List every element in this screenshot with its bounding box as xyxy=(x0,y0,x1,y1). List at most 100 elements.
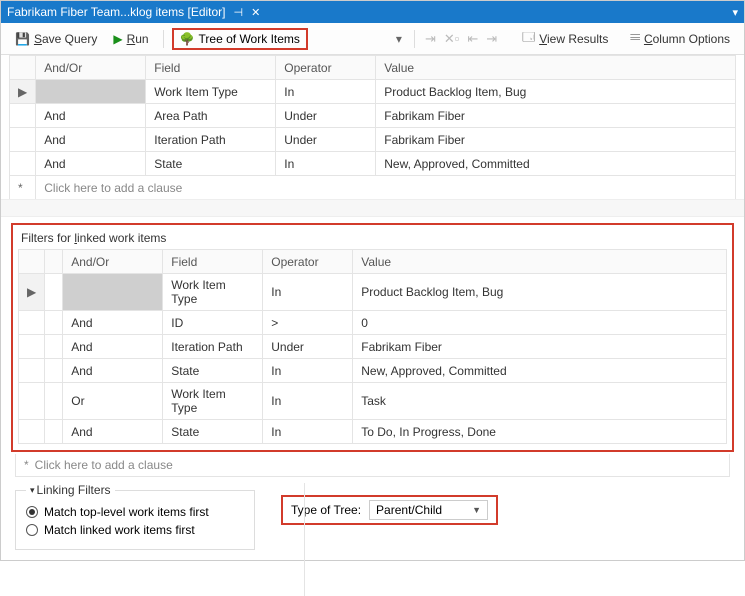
query-type-dropdown[interactable]: 🌳 Tree of Work Items xyxy=(172,28,308,50)
query-type-arrow[interactable]: ▾ xyxy=(392,32,406,46)
type-of-tree-combo[interactable]: Parent/Child ▼ xyxy=(369,500,488,520)
add-clause-text[interactable]: Click here to add a clause xyxy=(35,458,173,472)
pin-icon[interactable]: ⊣ xyxy=(234,6,244,19)
filter-row[interactable]: OrWork Item TypeInTask xyxy=(19,383,727,420)
match-linked-radio[interactable]: Match linked work items first xyxy=(26,521,244,539)
row-selector[interactable] xyxy=(19,335,45,359)
cell-value[interactable]: To Do, In Progress, Done xyxy=(353,420,727,444)
cell-value[interactable]: Task xyxy=(353,383,727,420)
group-handle[interactable] xyxy=(45,311,63,335)
col-field[interactable]: Field xyxy=(163,250,263,274)
cell-field[interactable]: Work Item Type xyxy=(146,80,276,104)
cell-andor[interactable]: And xyxy=(36,128,146,152)
filter-row[interactable]: AndStateInNew, Approved, Committed xyxy=(19,359,727,383)
col-andor[interactable]: And/Or xyxy=(36,56,146,80)
group-handle[interactable] xyxy=(45,274,63,311)
col-andor[interactable]: And/Or xyxy=(63,250,163,274)
row-selector[interactable] xyxy=(10,104,36,128)
linking-filters-legend: ▾Linking Filters xyxy=(26,483,115,497)
cell-value[interactable]: New, Approved, Committed xyxy=(353,359,727,383)
editor-tab[interactable]: Fabrikam Fiber Team...klog items [Editor… xyxy=(7,5,260,19)
cell-andor[interactable]: And xyxy=(63,335,163,359)
column-options-icon: 𝄘 xyxy=(630,31,640,46)
filter-row[interactable]: AndArea PathUnderFabrikam Fiber xyxy=(10,104,736,128)
cell-field[interactable]: State xyxy=(163,359,263,383)
cell-field[interactable]: ID xyxy=(163,311,263,335)
group-handle[interactable] xyxy=(45,420,63,444)
linked-add-clause-row[interactable]: * Click here to add a clause xyxy=(15,454,730,477)
cell-operator[interactable]: In xyxy=(276,80,376,104)
add-clause-text[interactable]: Click here to add a clause xyxy=(36,176,736,200)
cell-field[interactable]: State xyxy=(146,152,276,176)
row-selector[interactable]: ▶ xyxy=(10,80,36,104)
cell-operator[interactable]: Under xyxy=(276,128,376,152)
cell-andor[interactable]: And xyxy=(63,359,163,383)
cell-value[interactable]: Fabrikam Fiber xyxy=(353,335,727,359)
row-selector-header xyxy=(10,56,36,80)
row-selector[interactable] xyxy=(19,383,45,420)
cell-value[interactable]: Product Backlog Item, Bug xyxy=(353,274,727,311)
cell-field[interactable]: Work Item Type xyxy=(163,274,263,311)
grid-header-row: And/Or Field Operator Value xyxy=(19,250,727,274)
radio-icon xyxy=(26,524,38,536)
col-field[interactable]: Field xyxy=(146,56,276,80)
cell-operator[interactable]: In xyxy=(276,152,376,176)
cell-andor[interactable]: Or xyxy=(63,383,163,420)
cell-andor[interactable] xyxy=(63,274,163,311)
filter-row[interactable]: AndID>0 xyxy=(19,311,727,335)
close-icon[interactable]: ✕ xyxy=(251,6,260,19)
group-handle[interactable] xyxy=(45,335,63,359)
col-value[interactable]: Value xyxy=(376,56,736,80)
cell-operator[interactable]: In xyxy=(263,383,353,420)
cell-andor[interactable]: And xyxy=(36,104,146,128)
row-selector[interactable] xyxy=(19,359,45,383)
cell-andor[interactable] xyxy=(36,80,146,104)
cell-operator[interactable]: In xyxy=(263,359,353,383)
cell-value[interactable]: Product Backlog Item, Bug xyxy=(376,80,736,104)
radio-icon xyxy=(26,506,38,518)
filter-row[interactable]: ▶ Work Item TypeInProduct Backlog Item, B… xyxy=(19,274,727,311)
cell-field[interactable]: State xyxy=(163,420,263,444)
cell-operator[interactable]: Under xyxy=(276,104,376,128)
cell-field[interactable]: Area Path xyxy=(146,104,276,128)
cell-value[interactable]: 0 xyxy=(353,311,727,335)
row-selector[interactable]: ▶ xyxy=(19,274,45,311)
window-menu-icon[interactable]: ▾ xyxy=(732,6,738,19)
filter-row[interactable]: AndIteration PathUnderFabrikam Fiber xyxy=(19,335,727,359)
col-operator[interactable]: Operator xyxy=(263,250,353,274)
group-handle[interactable] xyxy=(45,359,63,383)
match-top-level-radio[interactable]: Match top-level work items first xyxy=(26,503,244,521)
run-button[interactable]: ▶ Run xyxy=(107,30,154,48)
col-value[interactable]: Value xyxy=(353,250,727,274)
cell-value[interactable]: Fabrikam Fiber xyxy=(376,104,736,128)
cell-field[interactable]: Iteration Path xyxy=(163,335,263,359)
row-selector[interactable] xyxy=(10,128,36,152)
row-selector[interactable] xyxy=(19,311,45,335)
filter-row[interactable]: AndIteration PathUnderFabrikam Fiber xyxy=(10,128,736,152)
cell-field[interactable]: Work Item Type xyxy=(163,383,263,420)
cell-operator[interactable]: In xyxy=(263,420,353,444)
cell-andor[interactable]: And xyxy=(63,420,163,444)
view-results-button[interactable]: 🗔 View Results xyxy=(516,26,614,51)
filter-row[interactable]: AndStateInTo Do, In Progress, Done xyxy=(19,420,727,444)
filter-row[interactable]: AndStateInNew, Approved, Committed xyxy=(10,152,736,176)
indent-icon: ⇤ xyxy=(465,31,480,47)
cell-value[interactable]: New, Approved, Committed xyxy=(376,152,736,176)
row-selector[interactable] xyxy=(19,420,45,444)
group-handle[interactable] xyxy=(45,383,63,420)
column-options-button[interactable]: 𝄘 Column Options xyxy=(624,29,736,48)
cell-field[interactable]: Iteration Path xyxy=(146,128,276,152)
radio-label: Match linked work items first xyxy=(44,523,195,537)
cell-value[interactable]: Fabrikam Fiber xyxy=(376,128,736,152)
row-selector[interactable] xyxy=(10,152,36,176)
cell-operator[interactable]: In xyxy=(263,274,353,311)
cell-operator[interactable]: > xyxy=(263,311,353,335)
save-query-button[interactable]: 💾 Save Query xyxy=(9,30,103,48)
add-clause-marker: * xyxy=(24,458,29,472)
cell-operator[interactable]: Under xyxy=(263,335,353,359)
add-clause-row[interactable]: * Click here to add a clause xyxy=(10,176,736,200)
cell-andor[interactable]: And xyxy=(63,311,163,335)
cell-andor[interactable]: And xyxy=(36,152,146,176)
filter-row[interactable]: ▶ Work Item TypeInProduct Backlog Item, B… xyxy=(10,80,736,104)
col-operator[interactable]: Operator xyxy=(276,56,376,80)
